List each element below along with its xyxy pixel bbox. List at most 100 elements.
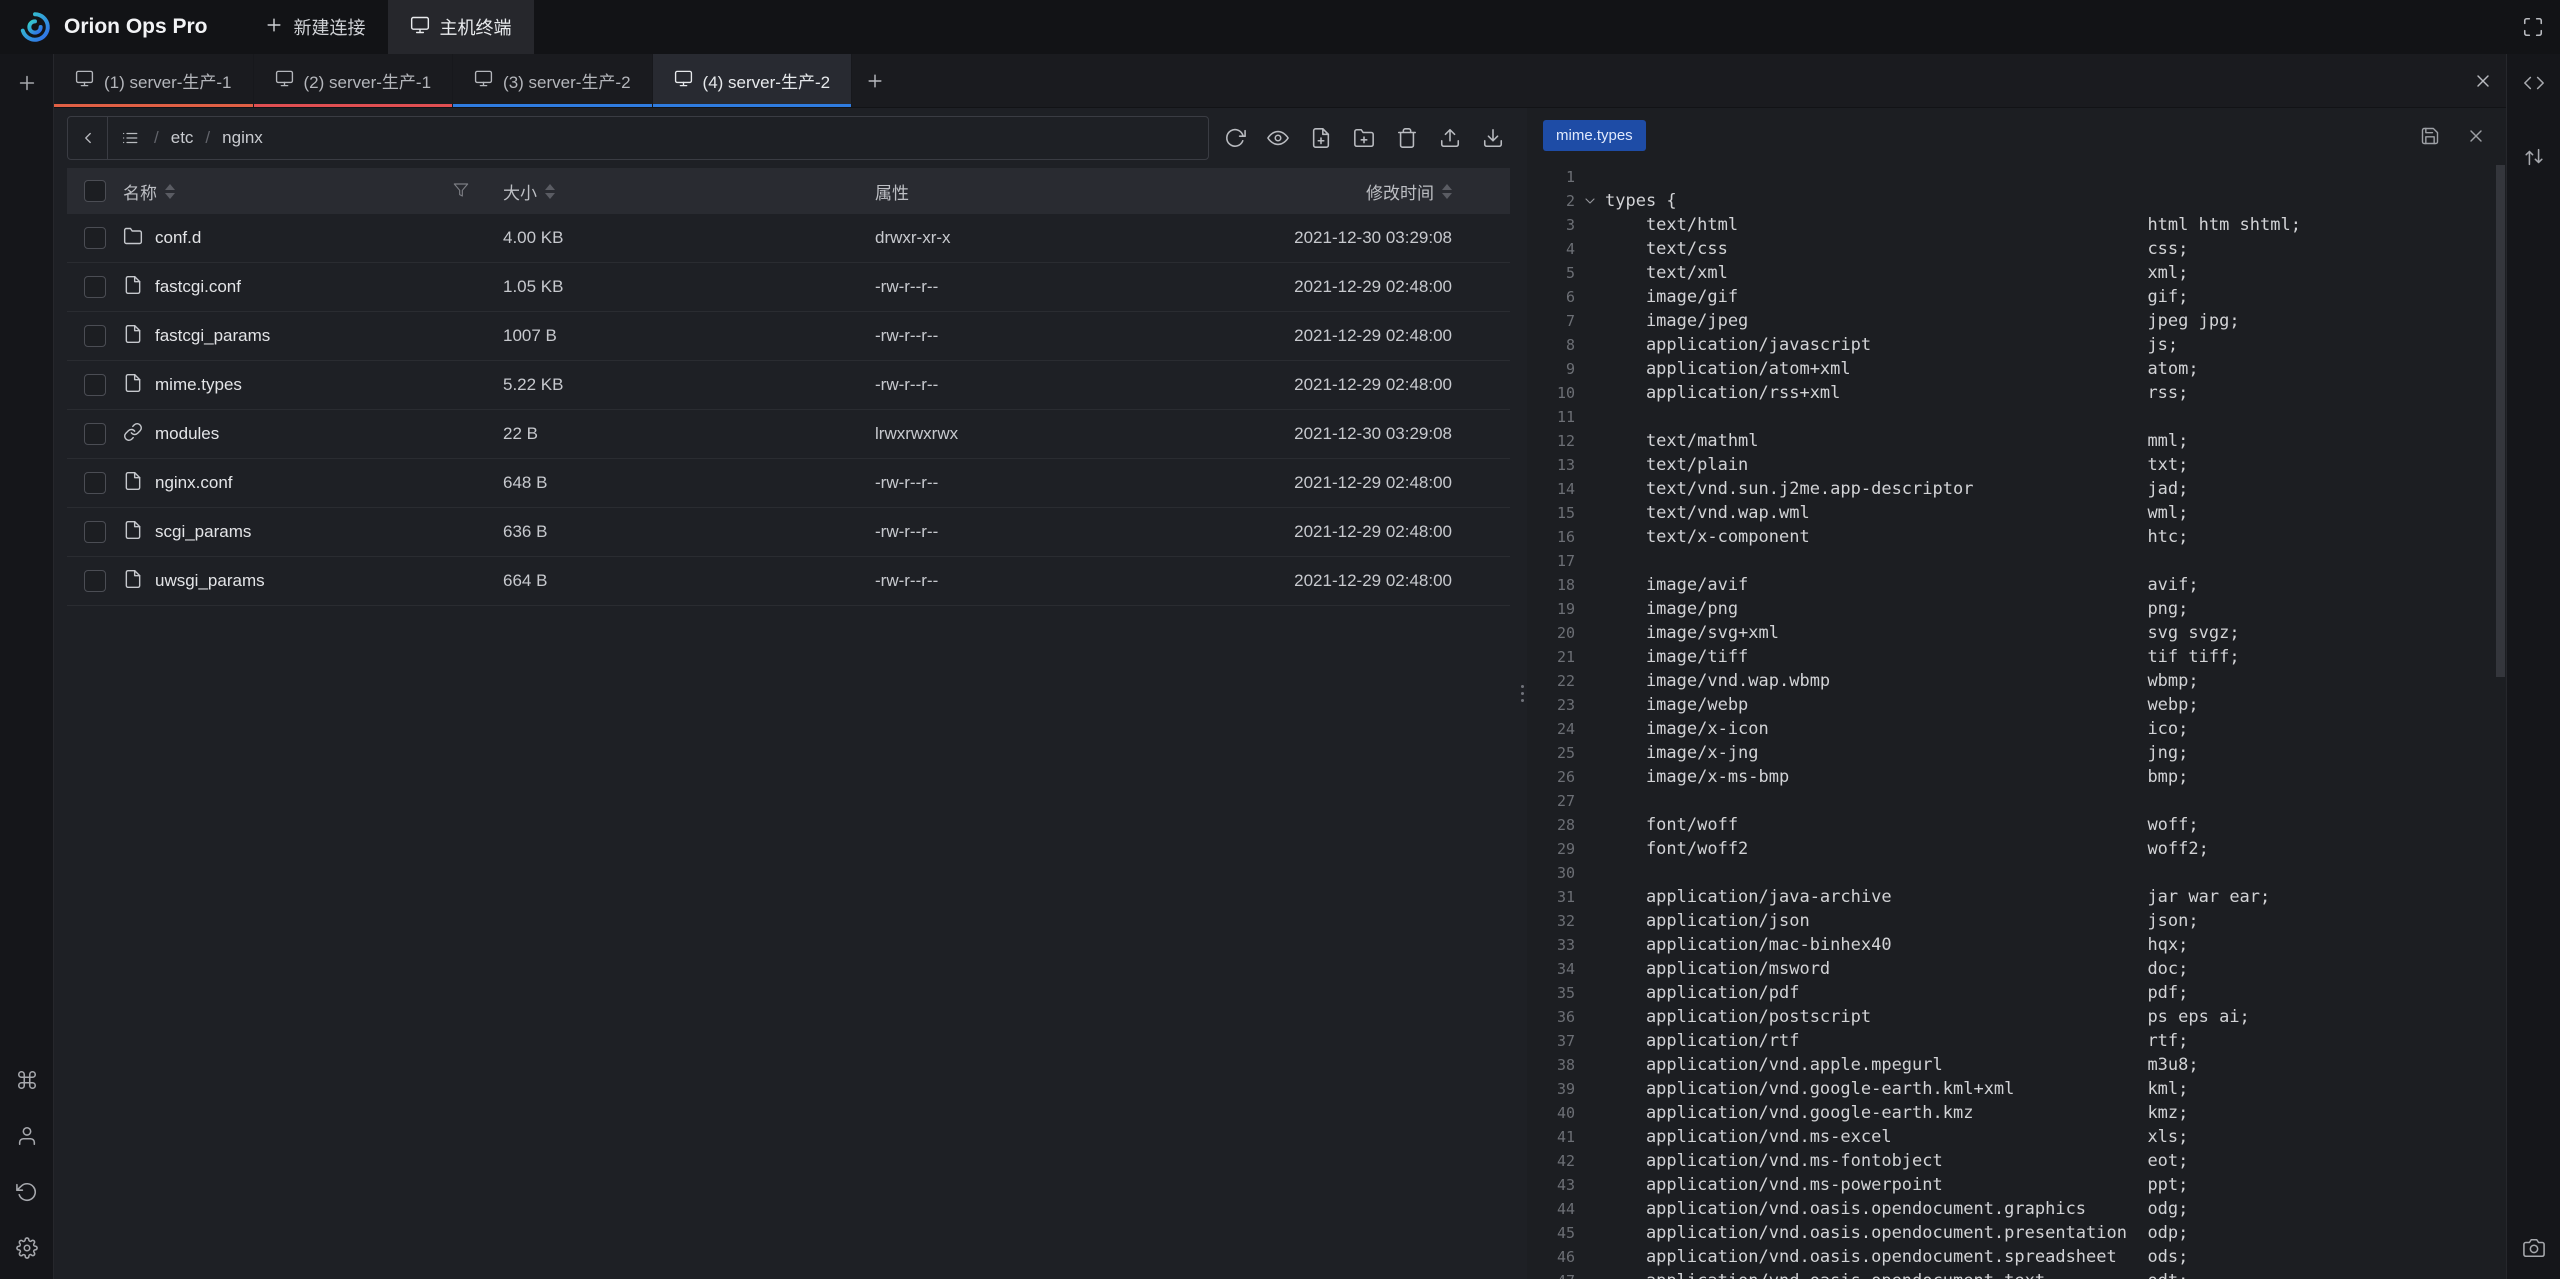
code-line-17[interactable]: 17 <box>1527 549 2506 573</box>
code-line-28[interactable]: 28 font/woff woff; <box>1527 813 2506 837</box>
code-line-46[interactable]: 46 application/vnd.oasis.opendocument.sp… <box>1527 1245 2506 1269</box>
download-button[interactable] <box>1478 123 1508 153</box>
code-line-44[interactable]: 44 application/vnd.oasis.opendocument.gr… <box>1527 1197 2506 1221</box>
code-line-30[interactable]: 30 <box>1527 861 2506 885</box>
refresh-button[interactable] <box>1220 123 1250 153</box>
code-line-35[interactable]: 35 application/pdf pdf; <box>1527 981 2506 1005</box>
file-row-fastcgi.conf[interactable]: fastcgi.conf1.05 KB-rw-r--r--2021-12-29 … <box>67 263 1510 312</box>
checkbox[interactable] <box>84 180 106 202</box>
editor-file-tab[interactable]: mime.types <box>1543 120 1646 151</box>
code-line-40[interactable]: 40 application/vnd.google-earth.kmz kmz; <box>1527 1101 2506 1125</box>
code-line-34[interactable]: 34 application/msword doc; <box>1527 957 2506 981</box>
code-line-5[interactable]: 5 text/xml xml; <box>1527 261 2506 285</box>
user-button[interactable] <box>10 1119 44 1153</box>
rail-add-button[interactable] <box>10 66 44 100</box>
code-line-4[interactable]: 4 text/css css; <box>1527 237 2506 261</box>
nav-host-terminal[interactable]: 主机终端 <box>388 0 534 54</box>
code-line-45[interactable]: 45 application/vnd.oasis.opendocument.pr… <box>1527 1221 2506 1245</box>
code-panel-button[interactable] <box>2517 66 2551 100</box>
code-line-7[interactable]: 7 image/jpeg jpeg jpg; <box>1527 309 2506 333</box>
file-row-scgi_params[interactable]: scgi_params636 B-rw-r--r--2021-12-29 02:… <box>67 508 1510 557</box>
sort-carets[interactable] <box>1442 184 1452 199</box>
code-line-20[interactable]: 20 image/svg+xml svg svgz; <box>1527 621 2506 645</box>
settings-button[interactable] <box>10 1231 44 1265</box>
editor-scrollbar[interactable] <box>2495 165 2506 1279</box>
code-line-21[interactable]: 21 image/tiff tif tiff; <box>1527 645 2506 669</box>
code-line-24[interactable]: 24 image/x-icon ico; <box>1527 717 2506 741</box>
code-line-25[interactable]: 25 image/x-jng jng; <box>1527 741 2506 765</box>
upload-button[interactable] <box>1435 123 1465 153</box>
screenshot-button[interactable] <box>2517 1231 2551 1265</box>
code-line-12[interactable]: 12 text/mathml mml; <box>1527 429 2506 453</box>
code-line-36[interactable]: 36 application/postscript ps eps ai; <box>1527 1005 2506 1029</box>
code-line-9[interactable]: 9 application/atom+xml atom; <box>1527 357 2506 381</box>
code-line-16[interactable]: 16 text/x-component htc; <box>1527 525 2506 549</box>
row-checkbox[interactable] <box>67 227 123 249</box>
file-row-mime.types[interactable]: mime.types5.22 KB-rw-r--r--2021-12-29 02… <box>67 361 1510 410</box>
pane-splitter[interactable] <box>1518 108 1527 1279</box>
swap-vertical-button[interactable] <box>2517 140 2551 174</box>
code-line-18[interactable]: 18 image/avif avif; <box>1527 573 2506 597</box>
code-line-39[interactable]: 39 application/vnd.google-earth.kml+xml … <box>1527 1077 2506 1101</box>
code-line-6[interactable]: 6 image/gif gif; <box>1527 285 2506 309</box>
session-tab-3[interactable]: (3) server-生产-2 <box>453 54 653 107</box>
code-line-41[interactable]: 41 application/vnd.ms-excel xls; <box>1527 1125 2506 1149</box>
column-header-size[interactable]: 大小 <box>503 179 875 204</box>
code-line-26[interactable]: 26 image/x-ms-bmp bmp; <box>1527 765 2506 789</box>
close-editor-button[interactable] <box>2462 122 2490 150</box>
code-line-15[interactable]: 15 text/vnd.wap.wml wml; <box>1527 501 2506 525</box>
delete-button[interactable] <box>1392 123 1422 153</box>
nav-new-connection[interactable]: 新建连接 <box>242 0 388 54</box>
code-line-22[interactable]: 22 image/vnd.wap.wbmp wbmp; <box>1527 669 2506 693</box>
code-line-1[interactable]: 1 <box>1527 165 2506 189</box>
new-folder-button[interactable] <box>1349 123 1379 153</box>
code-line-33[interactable]: 33 application/mac-binhex40 hqx; <box>1527 933 2506 957</box>
code-line-27[interactable]: 27 <box>1527 789 2506 813</box>
file-row-uwsgi_params[interactable]: uwsgi_params664 B-rw-r--r--2021-12-29 02… <box>67 557 1510 606</box>
sort-carets[interactable] <box>165 184 175 199</box>
row-checkbox[interactable] <box>67 276 123 298</box>
select-all-checkbox[interactable] <box>67 180 123 202</box>
code-line-23[interactable]: 23 image/webp webp; <box>1527 693 2506 717</box>
breadcrumb-item-nginx[interactable]: nginx <box>222 128 263 148</box>
session-tab-4[interactable]: (4) server-生产-2 <box>653 54 853 107</box>
code-line-2[interactable]: 2types { <box>1527 189 2506 213</box>
code-line-11[interactable]: 11 <box>1527 405 2506 429</box>
code-line-14[interactable]: 14 text/vnd.sun.j2me.app-descriptor jad; <box>1527 477 2506 501</box>
fold-icon[interactable] <box>1575 189 1605 213</box>
new-tab-button[interactable] <box>852 54 898 107</box>
column-header-mtime[interactable]: 修改时间 <box>1287 179 1510 204</box>
row-checkbox[interactable] <box>67 521 123 543</box>
command-shortcuts-button[interactable] <box>10 1063 44 1097</box>
code-line-3[interactable]: 3 text/html html htm shtml; <box>1527 213 2506 237</box>
sort-carets[interactable] <box>545 184 555 199</box>
code-line-38[interactable]: 38 application/vnd.apple.mpegurl m3u8; <box>1527 1053 2506 1077</box>
scrollbar-thumb[interactable] <box>2496 165 2505 677</box>
save-button[interactable] <box>2416 122 2444 150</box>
close-panel-button[interactable] <box>2460 54 2506 107</box>
row-checkbox[interactable] <box>67 570 123 592</box>
code-line-31[interactable]: 31 application/java-archive jar war ear; <box>1527 885 2506 909</box>
file-row-fastcgi_params[interactable]: fastcgi_params1007 B-rw-r--r--2021-12-29… <box>67 312 1510 361</box>
filter-icon[interactable] <box>453 182 471 200</box>
code-area[interactable]: 12types {3 text/html html htm shtml;4 te… <box>1527 163 2506 1279</box>
row-checkbox[interactable] <box>67 325 123 347</box>
new-file-button[interactable] <box>1306 123 1336 153</box>
file-row-conf.d[interactable]: conf.d4.00 KBdrwxr-xr-x2021-12-30 03:29:… <box>67 214 1510 263</box>
preview-button[interactable] <box>1263 123 1293 153</box>
sync-button[interactable] <box>10 1175 44 1209</box>
code-line-37[interactable]: 37 application/rtf rtf; <box>1527 1029 2506 1053</box>
code-line-13[interactable]: 13 text/plain txt; <box>1527 453 2506 477</box>
code-line-32[interactable]: 32 application/json json; <box>1527 909 2506 933</box>
file-row-modules[interactable]: modules22 Blrwxrwxrwx2021-12-30 03:29:08 <box>67 410 1510 459</box>
row-checkbox[interactable] <box>67 472 123 494</box>
code-line-10[interactable]: 10 application/rss+xml rss; <box>1527 381 2506 405</box>
directory-list-icon[interactable] <box>108 117 152 159</box>
breadcrumb-item-etc[interactable]: etc <box>171 128 194 148</box>
code-line-43[interactable]: 43 application/vnd.ms-powerpoint ppt; <box>1527 1173 2506 1197</box>
column-header-name[interactable]: 名称 <box>123 179 503 204</box>
row-checkbox[interactable] <box>67 423 123 445</box>
session-tab-1[interactable]: (1) server-生产-1 <box>54 54 254 107</box>
code-line-42[interactable]: 42 application/vnd.ms-fontobject eot; <box>1527 1149 2506 1173</box>
back-button[interactable] <box>68 117 108 159</box>
